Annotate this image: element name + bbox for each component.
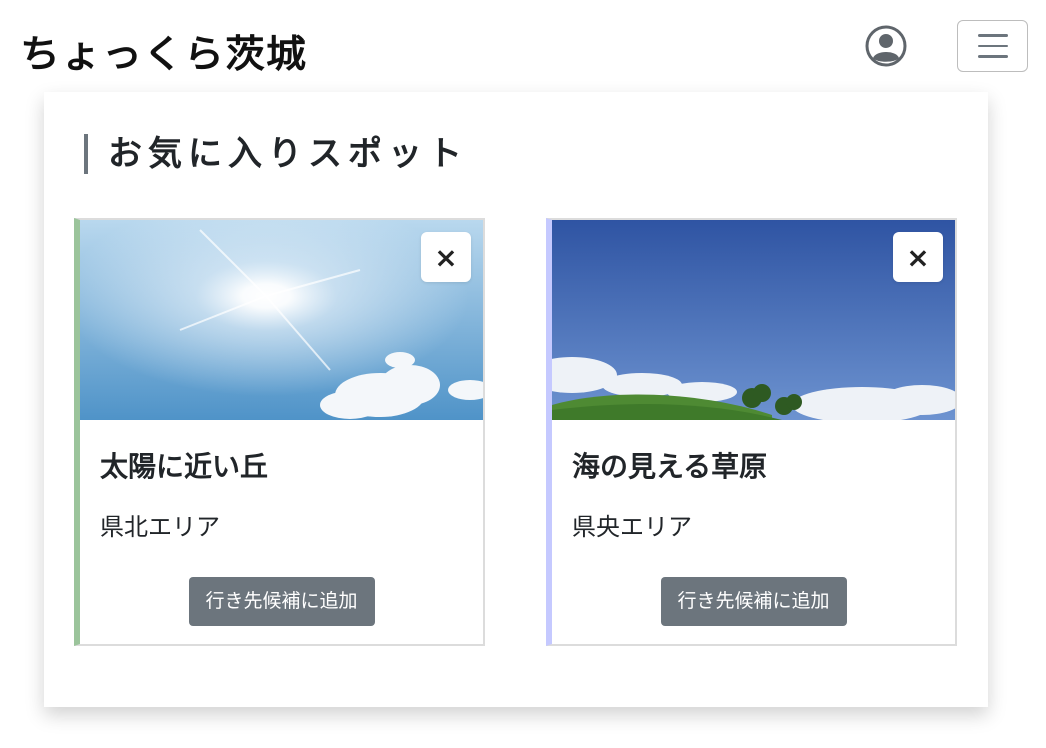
add-to-candidates-button[interactable]: 行き先候補に追加: [660, 577, 847, 626]
favorites-panel: お気に入りスポット × 太陽に近い丘 県北エリア 行き先候補に追加 × 海の見え…: [44, 92, 988, 707]
user-circle-icon: [865, 25, 907, 67]
brand-logo[interactable]: ちょっくら茨城: [20, 23, 307, 78]
spot-title[interactable]: 太陽に近い丘: [100, 445, 268, 485]
remove-favorite-button[interactable]: ×: [421, 232, 471, 282]
close-icon: ×: [434, 240, 458, 274]
spot-area: 県北エリア: [100, 513, 220, 541]
navbar: ちょっくら茨城: [0, 0, 1046, 92]
add-to-candidates-button[interactable]: 行き先候補に追加: [188, 577, 375, 626]
hamburger-menu-icon: [977, 34, 1008, 37]
spot-card: × 太陽に近い丘 県北エリア 行き先候補に追加: [74, 218, 485, 646]
user-account-button[interactable]: [864, 24, 908, 68]
close-icon: ×: [906, 240, 930, 274]
remove-favorite-button[interactable]: ×: [893, 232, 943, 282]
spot-title[interactable]: 海の見える草原: [572, 445, 767, 485]
menu-toggle-button[interactable]: [957, 20, 1028, 72]
spot-area: 県央エリア: [572, 513, 692, 541]
section-title: お気に入りスポット: [84, 134, 468, 174]
spot-card: × 海の見える草原 県央エリア 行き先候補に追加: [546, 218, 957, 646]
